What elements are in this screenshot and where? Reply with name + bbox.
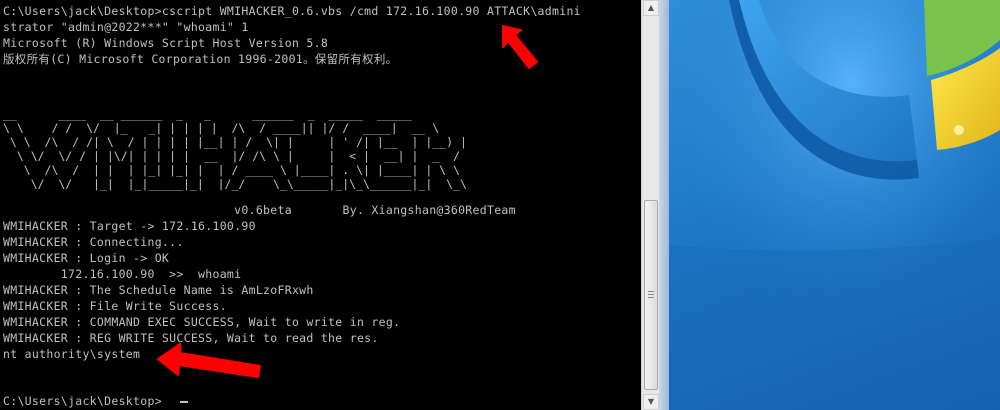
grip-icon <box>648 291 654 298</box>
desktop-wallpaper <box>669 0 1000 410</box>
console-output-line: WMIHACKER : Connecting... <box>3 235 184 249</box>
console-output-line: WMIHACKER : REG WRITE SUCCESS, Wait to r… <box>3 331 379 345</box>
windows-logo-icon <box>669 0 1000 410</box>
banner-ascii-line: \ \/ \/ / | |\/| | | | | __ |/ /\ \ | | … <box>3 149 460 163</box>
banner-ascii-line: \/ \/ |_| |_|_____|_| |/_/ \_\_____|_|\_… <box>3 177 467 191</box>
console-prompt[interactable]: C:\Users\jack\Desktop> <box>3 393 162 409</box>
window-border <box>659 0 669 410</box>
scroll-down-arrow-icon[interactable]: ▼ <box>643 394 659 410</box>
console-line-version: v0.6beta By. Xiangshan@360RedTeam <box>3 203 516 217</box>
console-line-copyright: 版权所有(C) Microsoft Corporation 1996-2001。… <box>3 52 398 66</box>
scroll-up-arrow-icon[interactable]: ▲ <box>643 0 659 16</box>
console-output-result: nt authority\system <box>3 347 141 361</box>
text-cursor <box>180 401 188 403</box>
console-line-command: C:\Users\jack\Desktop>cscript WMIHACKER_… <box>3 4 581 18</box>
vertical-scrollbar[interactable]: ▲ ▼ <box>641 0 659 410</box>
console-output-line: 172.16.100.90 >> whoami <box>3 267 242 281</box>
scroll-thumb[interactable] <box>644 200 658 390</box>
console-window[interactable]: C:\Users\jack\Desktop>cscript WMIHACKER_… <box>0 0 641 410</box>
banner-ascii-line: \ /\ / | | | |_| |_| | | / ____ \ |____|… <box>3 163 460 177</box>
console-line-wsh-version: Microsoft (R) Windows Script Host Versio… <box>3 36 329 50</box>
banner-ascii-line: __ ____ __ ______ _ _ ______ _ _____ ___… <box>3 107 419 121</box>
banner-ascii-line: \ \ /\ / /| \ / | | | | |__| | / \| | | … <box>3 135 467 149</box>
console-line-command-cont: strator "admin@2022***" "whoami" 1 <box>3 20 249 34</box>
console-output-line: WMIHACKER : Login -> OK <box>3 251 170 265</box>
console-output-line: WMIHACKER : Target -> 172.16.100.90 <box>3 219 256 233</box>
console-output-line: WMIHACKER : File Write Success. <box>3 299 227 313</box>
banner-ascii-line: \ \ / / \/ |_ _| | | | | /\ / ____|| |/ … <box>3 121 440 135</box>
console-output-line: WMIHACKER : The Schedule Name is AmLzoFR… <box>3 283 314 297</box>
console-output-line: WMIHACKER : COMMAND EXEC SUCCESS, Wait t… <box>3 315 401 329</box>
